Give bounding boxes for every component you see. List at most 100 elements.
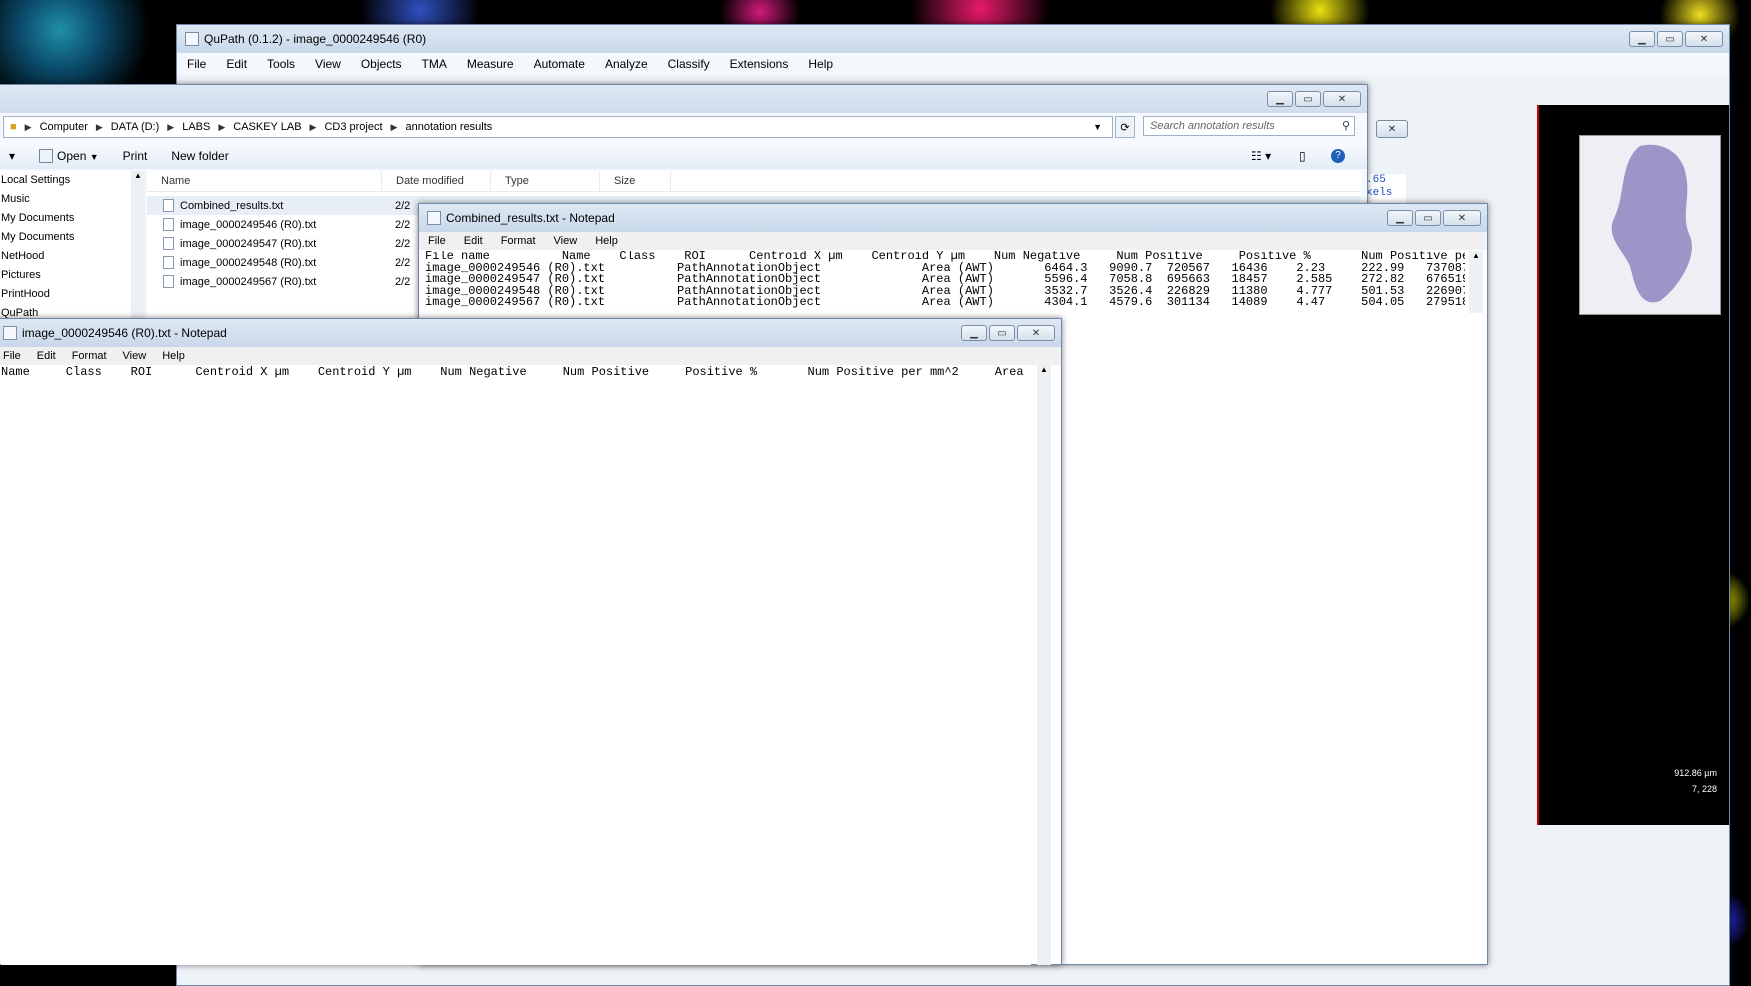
notepad-image-text-area[interactable]: Name Class ROI Centroid X µm Centroid Y … [1, 365, 1031, 965]
nav-item-pictures[interactable]: Pictures [0, 266, 131, 285]
breadcrumb-annotation-results[interactable]: annotation results [399, 121, 498, 133]
maximize-button[interactable]: ▭ [1415, 210, 1441, 226]
qp-menu-tools[interactable]: Tools [257, 57, 305, 71]
menu-format[interactable]: Format [64, 350, 115, 362]
scroll-up-icon[interactable]: ▲ [1469, 251, 1483, 260]
address-dropdown-icon[interactable]: ▼ [1087, 122, 1108, 132]
qp-menu-extensions[interactable]: Extensions [720, 57, 799, 71]
qp-menu-view[interactable]: View [305, 57, 351, 71]
chevron-right-icon[interactable]: ▶ [23, 122, 34, 133]
notepad-image-window[interactable]: image_0000249546 (R0).txt - Notepad ▁ ▭ … [0, 318, 1062, 965]
view-options-icon[interactable]: ☷ ▾ [1251, 149, 1271, 163]
minimize-button[interactable]: ▁ [1387, 210, 1413, 226]
organize-dropdown-icon[interactable]: ▾ [0, 149, 27, 163]
minimize-button[interactable]: ▁ [961, 325, 987, 341]
qp-menu-objects[interactable]: Objects [351, 57, 412, 71]
qupath-window-controls: ▁ ▭ ✕ [1629, 31, 1723, 47]
search-input[interactable]: Search annotation results ⚲ [1143, 116, 1355, 136]
maximize-button[interactable]: ▭ [989, 325, 1015, 341]
notepad-combined-title: Combined_results.txt - Notepad [446, 211, 615, 225]
notepad-icon [39, 149, 54, 164]
qupath-viewer-info: 912.86 µm 7, 228 [1674, 765, 1717, 797]
text-file-icon [163, 199, 174, 212]
file-name: image_0000249546 (R0).txt [180, 218, 317, 231]
qp-menu-analyze[interactable]: Analyze [595, 57, 658, 71]
chevron-right-icon[interactable]: ▶ [308, 122, 319, 133]
close-button[interactable]: ✕ [1443, 210, 1481, 226]
file-name: image_0000249567 (R0).txt [180, 275, 317, 288]
close-button[interactable]: ✕ [1017, 325, 1055, 341]
minimize-button[interactable]: ▁ [1267, 91, 1293, 107]
chevron-right-icon[interactable]: ▶ [165, 122, 176, 133]
help-icon[interactable]: ? [1331, 149, 1345, 163]
menu-format[interactable]: Format [492, 235, 545, 247]
qp-menu-edit[interactable]: Edit [216, 57, 257, 71]
menu-file[interactable]: File [0, 350, 29, 362]
notepad-image-menubar: File Edit Format View Help [0, 347, 1061, 365]
column-name[interactable]: Name [147, 171, 382, 191]
close-button[interactable]: ✕ [1685, 31, 1723, 47]
chevron-right-icon[interactable]: ▶ [94, 122, 105, 133]
breadcrumb-computer[interactable]: Computer [34, 121, 94, 133]
address-bar[interactable]: ■ ▶ Computer ▶ DATA (D:) ▶ LABS ▶ CASKEY… [3, 116, 1113, 138]
notepad-image-window-controls: ▁ ▭ ✕ [961, 325, 1055, 341]
chevron-right-icon[interactable]: ▶ [216, 122, 227, 133]
nav-item-my-documents[interactable]: My Documents [0, 209, 131, 228]
breadcrumb-data-drive[interactable]: DATA (D:) [105, 121, 165, 133]
slide-overview-thumbnail[interactable] [1579, 135, 1721, 315]
search-icon[interactable]: ⚲ [1342, 119, 1350, 132]
new-folder-button[interactable]: New folder [159, 149, 240, 163]
text-file-icon [163, 256, 174, 269]
notepad-image-scrollbar[interactable]: ▲ [1037, 365, 1051, 965]
qp-menu-tma[interactable]: TMA [412, 57, 457, 71]
column-date-modified[interactable]: Date modified [382, 171, 491, 191]
breadcrumb-cd3-project[interactable]: CD3 project [318, 121, 388, 133]
file-name: image_0000249547 (R0).txt [180, 237, 317, 250]
breadcrumb-labs[interactable]: LABS [176, 121, 216, 133]
file-date: 2/2 [395, 256, 411, 269]
column-type[interactable]: Type [491, 171, 600, 191]
menu-view[interactable]: View [115, 350, 155, 362]
column-size[interactable]: Size [600, 171, 671, 191]
folder-icon: ■ [10, 121, 17, 133]
qupath-panel-close-button[interactable]: ✕ [1376, 120, 1408, 138]
close-button[interactable]: ✕ [1323, 91, 1361, 107]
notepad-combined-scrollbar[interactable]: ▲ [1469, 251, 1483, 313]
preview-pane-icon[interactable]: ▯ [1299, 149, 1306, 163]
menu-edit[interactable]: Edit [29, 350, 64, 362]
qupath-viewer[interactable]: 912.86 µm 7, 228 [1537, 105, 1729, 825]
qp-menu-automate[interactable]: Automate [524, 57, 595, 71]
maximize-button[interactable]: ▭ [1657, 31, 1683, 47]
nav-item-nethood[interactable]: NetHood [0, 247, 131, 266]
menu-help[interactable]: Help [154, 350, 193, 362]
notepad-combined-titlebar[interactable]: Combined_results.txt - Notepad [419, 204, 1487, 232]
nav-item-my-documents-2[interactable]: My Documents [0, 228, 131, 247]
nav-item-music[interactable]: Music [0, 190, 131, 209]
qupath-titlebar[interactable]: QuPath (0.1.2) - image_0000249546 (R0) [177, 25, 1729, 53]
menu-edit[interactable]: Edit [455, 235, 492, 247]
file-list-header: Name Date modified Type Size [147, 171, 1361, 192]
text-file-icon [163, 237, 174, 250]
qp-menu-classify[interactable]: Classify [658, 57, 720, 71]
chevron-right-icon[interactable]: ▶ [389, 122, 400, 133]
breadcrumb-caskey-lab[interactable]: CASKEY LAB [227, 121, 307, 133]
qp-menu-measure[interactable]: Measure [457, 57, 524, 71]
menu-file[interactable]: File [419, 235, 455, 247]
minimize-button[interactable]: ▁ [1629, 31, 1655, 47]
nav-item-local-settings[interactable]: Local Settings [0, 171, 131, 190]
menu-view[interactable]: View [545, 235, 587, 247]
maximize-button[interactable]: ▭ [1295, 91, 1321, 107]
qp-menu-help[interactable]: Help [798, 57, 843, 71]
nav-item-printhood[interactable]: PrintHood [0, 285, 131, 304]
notepad-image-titlebar[interactable]: image_0000249546 (R0).txt - Notepad [0, 319, 1061, 347]
qp-menu-file[interactable]: File [177, 57, 216, 71]
open-button[interactable]: Open ▼ [27, 149, 111, 164]
navigation-scrollbar[interactable]: ▲ [131, 171, 145, 325]
notepad-combined-window-controls: ▁ ▭ ✕ [1387, 210, 1481, 226]
print-button[interactable]: Print [111, 149, 160, 163]
menu-help[interactable]: Help [586, 235, 627, 247]
scroll-up-icon[interactable]: ▲ [131, 171, 145, 180]
scroll-up-icon[interactable]: ▲ [1037, 365, 1051, 374]
refresh-button[interactable]: ⟳ [1115, 116, 1135, 138]
explorer-titlebar[interactable] [0, 85, 1367, 113]
